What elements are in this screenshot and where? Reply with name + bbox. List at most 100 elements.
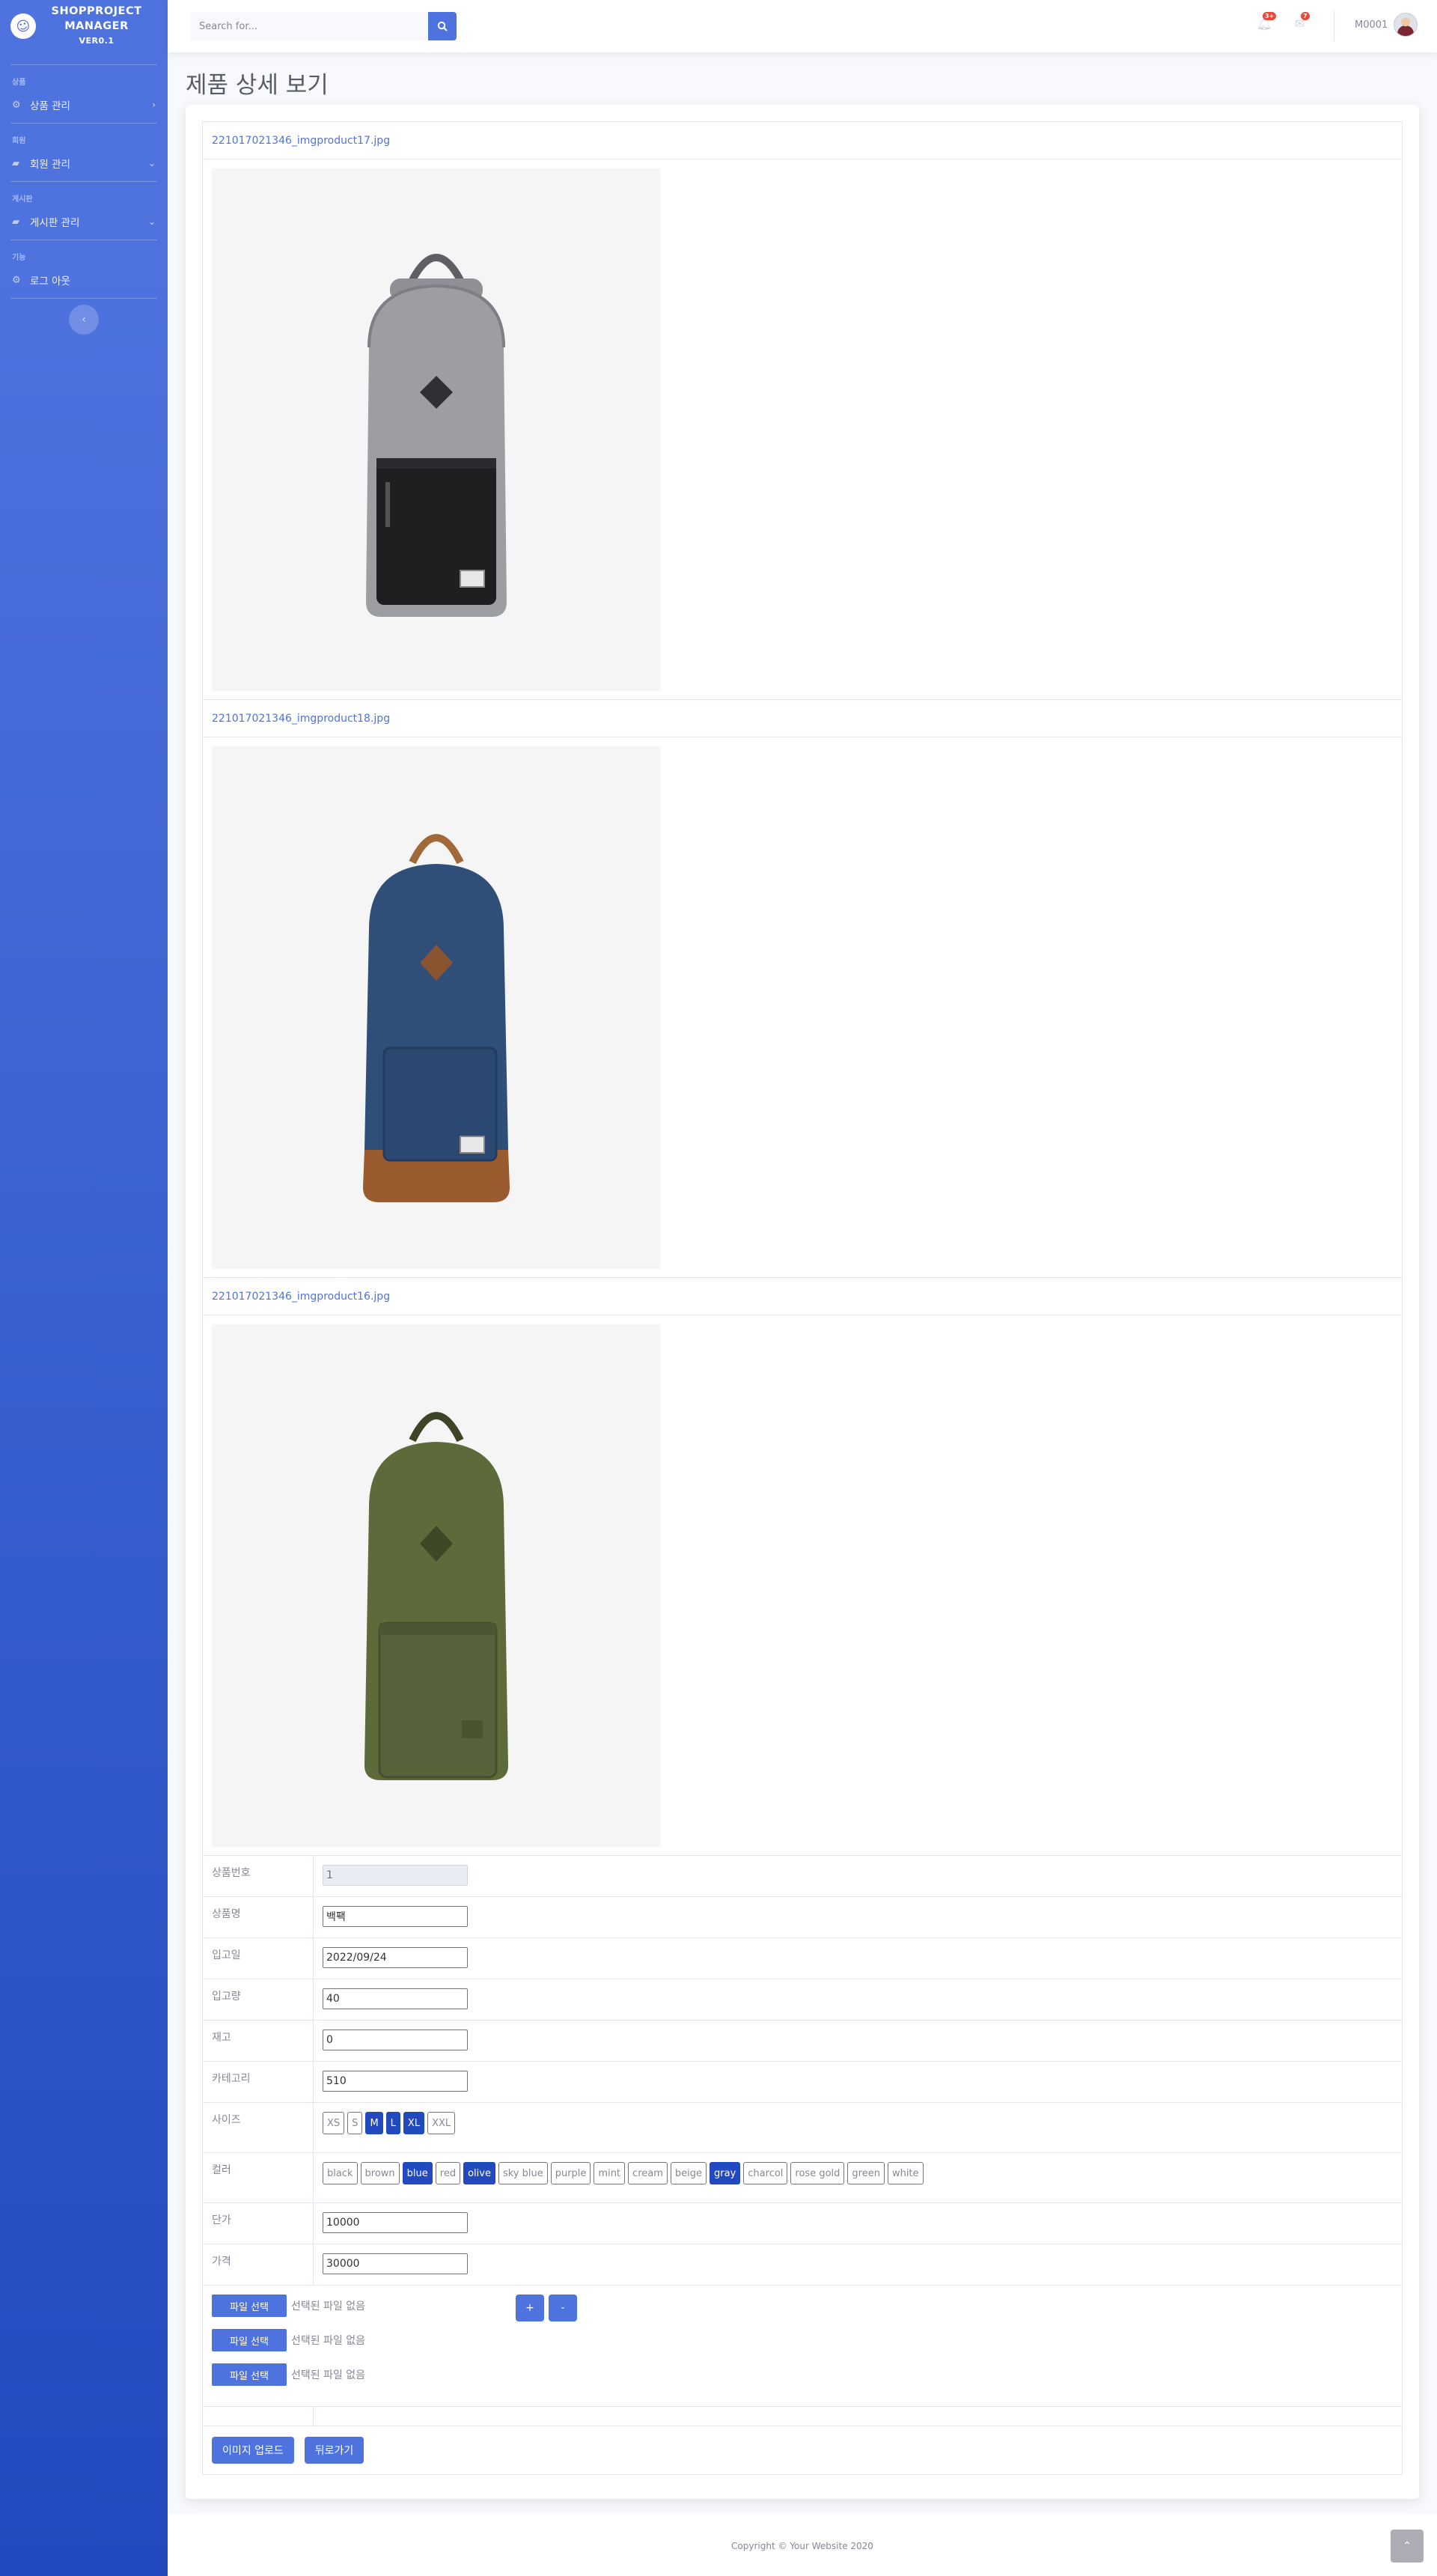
color-option[interactable]: white [887,2162,924,2184]
color-option[interactable]: green [847,2162,885,2184]
file-select-button[interactable]: 파일 선택 [212,2363,287,2386]
sidebar-heading: 상품 [12,79,26,87]
image-filename-row: 221017021346_imgproduct16.jpg [203,1278,1402,1315]
inventory-input[interactable] [323,2030,468,2050]
product-detail-table: 221017021346_imgproduct17.jpg 2210170213… [202,121,1403,2475]
product-image-olive-backpack [212,1324,661,1847]
sidebar-item-logout[interactable]: ⚙ 로그 아웃 [0,262,168,298]
product-no-input [323,1865,468,1886]
image-filename-link[interactable]: 221017021346_imgproduct17.jpg [212,135,390,147]
search-form [190,12,457,40]
copyright-text: Copyright © Your Website 2020 [731,2541,873,2551]
field-row-stock-date: 입고일 [203,1938,1402,1979]
back-button[interactable]: 뒤로가기 [304,2437,364,2464]
field-label: 상품명 [203,1897,314,1937]
file-status: 선택된 파일 없음 [291,2369,366,2381]
unit-cost-input[interactable] [323,2212,468,2233]
color-option[interactable]: purple [550,2162,591,2184]
size-option[interactable]: XL [403,2112,425,2134]
cog-icon: ⚙ [12,99,21,111]
search-input[interactable] [190,12,428,40]
alerts-button[interactable]: 🔔︎ 3+ [1257,12,1277,31]
field-row-stock-qty: 입고량 [203,1979,1402,2021]
color-option[interactable]: sky blue [498,2162,548,2184]
color-option[interactable]: brown [360,2162,400,2184]
backpack-illustration [364,1412,508,1780]
product-detail-card: 221017021346_imgproduct17.jpg 2210170213… [186,105,1419,2499]
color-option[interactable]: gray [710,2162,741,2184]
field-label: 상품번호 [203,1856,314,1896]
stock-qty-input[interactable] [323,1988,468,2009]
scroll-to-top-button[interactable]: ⌃ [1391,2530,1424,2563]
field-row-unit-cost: 단가 [203,2203,1402,2244]
color-option[interactable]: mint [594,2162,626,2184]
sidebar-item-board-manage[interactable]: ▰ 게시판 관리 ⌄ [0,204,168,240]
color-option[interactable]: black [323,2162,358,2184]
sidebar-heading: 기능 [12,254,26,262]
sidebar-item-product-manage[interactable]: ⚙ 상품 관리 › [0,87,168,123]
chevron-down-icon: ⌄ [147,216,156,227]
field-row-product-name: 상품명 [203,1897,1402,1938]
file-status: 선택된 파일 없음 [291,2301,366,2312]
sidebar-item-label: 회원 관리 [30,159,70,171]
color-option[interactable]: rose gold [790,2162,845,2184]
file-input-row: 파일 선택 선택된 파일 없음 [212,2363,1393,2386]
remove-file-button[interactable]: - [549,2295,577,2321]
brand-version: VER0.1 [79,36,115,46]
image-filename-row: 221017021346_imgproduct18.jpg [203,700,1402,737]
chevron-left-icon: ‹ [82,314,86,326]
sidebar-item-label: 게시판 관리 [30,217,80,229]
add-file-button[interactable]: + [516,2295,544,2321]
avatar[interactable] [1394,13,1418,37]
field-row-size: 사이즈 XS S M L XL XXL [203,2103,1402,2153]
price-input[interactable] [323,2253,468,2274]
field-row-color: 컬러 black brown blue red olive sky blue purple m… [203,2153,1402,2203]
messages-button[interactable]: ✉ 7 [1295,12,1310,31]
field-label: 카테고리 [203,2062,314,2102]
color-option[interactable]: cream [628,2162,668,2184]
size-option[interactable]: M [365,2112,383,2134]
color-option[interactable]: blue [402,2162,433,2184]
file-input-row: 파일 선택 선택된 파일 없음 [212,2329,1393,2351]
size-option[interactable]: L [385,2112,400,2134]
product-name-input[interactable] [323,1906,468,1927]
search-button[interactable] [428,12,457,40]
category-input[interactable] [323,2071,468,2092]
cog-icon: ⚙ [12,274,21,286]
image-filename-link[interactable]: 221017021346_imgproduct16.jpg [212,1291,390,1303]
color-option[interactable]: beige [670,2162,707,2184]
size-option[interactable]: S [347,2112,363,2134]
sidebar-divider [10,298,157,299]
stock-date-input[interactable] [323,1947,468,1968]
image-row [203,159,1402,700]
color-option[interactable]: charcol [743,2162,788,2184]
user-name[interactable]: M0001 [1355,19,1388,31]
chevron-down-icon: ⌄ [147,158,156,168]
size-option[interactable]: XXL [427,2112,456,2134]
sidebar: ☺ SHOPPROJECT MANAGER VER0.1 상품 ⚙ 상품 관리 … [0,0,168,2576]
color-option[interactable]: red [435,2162,461,2184]
sidebar-item-label: 상품 관리 [30,100,70,112]
sidebar-item-member-manage[interactable]: ▰ 회원 관리 ⌄ [0,145,168,181]
field-label: 재고 [203,2021,314,2061]
field-row-product-no: 상품번호 [203,1856,1402,1897]
color-option[interactable]: olive [463,2162,495,2184]
image-filename-link[interactable]: 221017021346_imgproduct18.jpg [212,713,390,725]
file-select-button[interactable]: 파일 선택 [212,2329,287,2351]
file-select-button[interactable]: 파일 선택 [212,2295,287,2317]
product-image-navy-backpack [212,746,661,1269]
image-row [203,1315,1402,1856]
messages-badge: 7 [1301,12,1310,20]
image-filename-row: 221017021346_imgproduct17.jpg [203,122,1402,159]
sidebar-toggle-button[interactable]: ‹ [69,305,99,335]
field-row-category: 카테고리 [203,2062,1402,2103]
field-label: 사이즈 [203,2103,314,2152]
folder-icon: ▰ [12,157,19,169]
size-option[interactable]: XS [323,2112,345,2134]
upload-image-button[interactable]: 이미지 업로드 [212,2437,294,2464]
backpack-illustration [366,254,507,617]
footer: Copyright © Your Website 2020 [168,2514,1437,2576]
sidebar-brand[interactable]: ☺ SHOPPROJECT MANAGER VER0.1 [0,0,168,52]
action-row: 이미지 업로드 뒤로가기 [203,2426,1402,2474]
field-row-price: 가격 [203,2244,1402,2286]
